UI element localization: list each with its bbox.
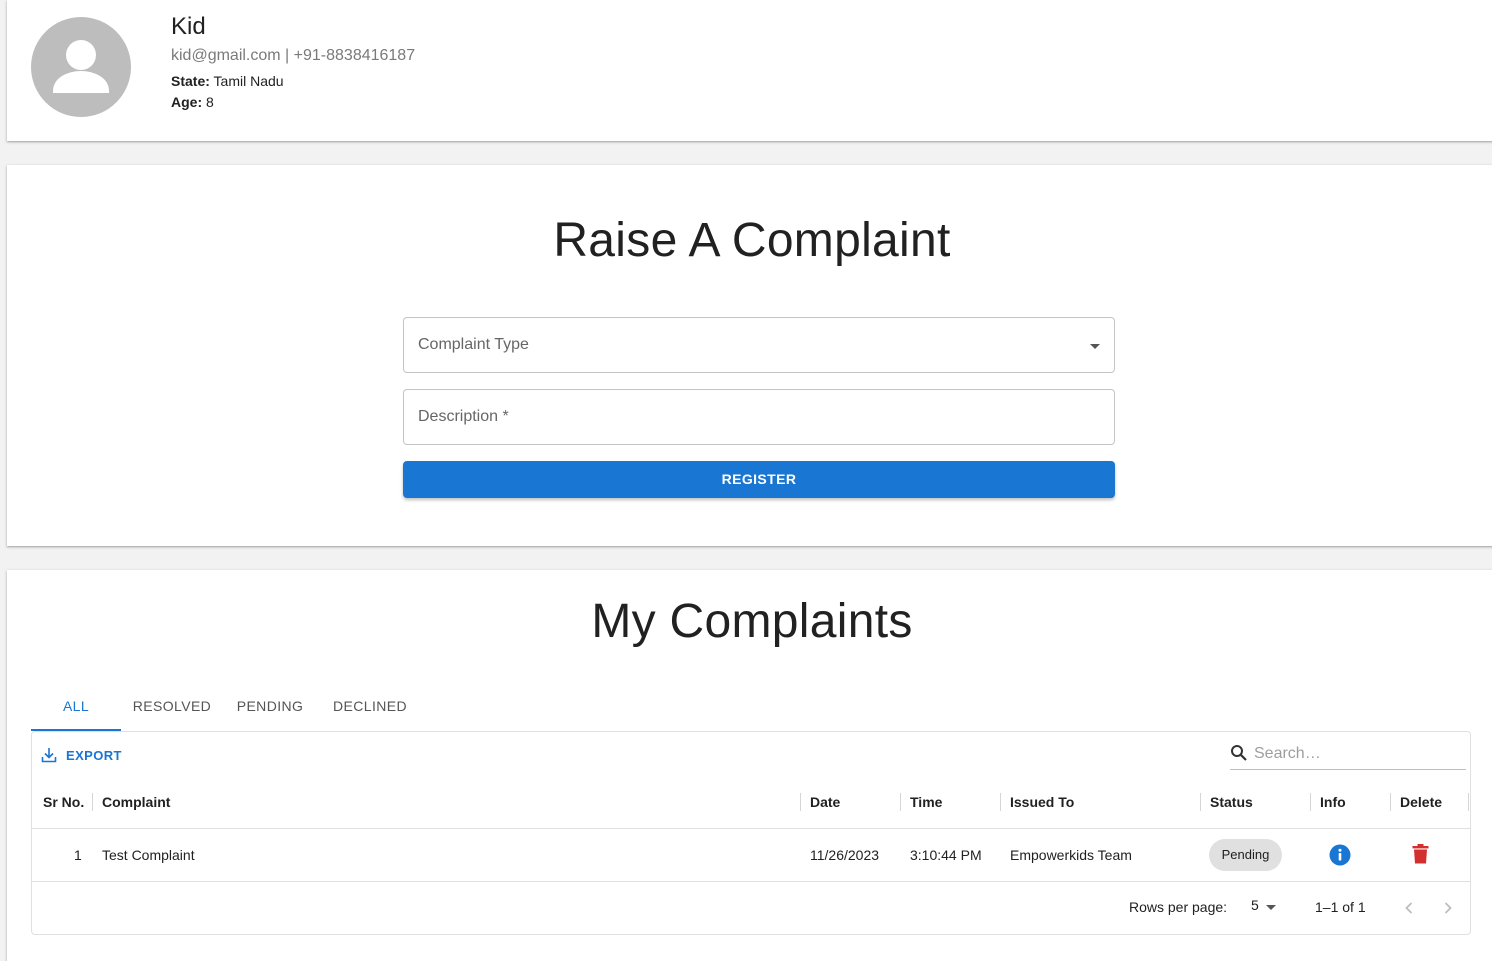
person-icon [53, 40, 109, 93]
profile-contact: kid@gmail.com | +91-8838416187 [171, 47, 416, 64]
avatar [31, 17, 131, 117]
rows-per-page-label: Rows per page: [1129, 899, 1228, 915]
column-separator[interactable] [1468, 793, 1469, 811]
export-label: EXPORT [66, 747, 122, 763]
complaints-title: My Complaints [591, 595, 913, 648]
profile-age: Age: 8 [171, 94, 214, 110]
search-box[interactable] [1230, 738, 1466, 770]
description-field[interactable]: Description * [403, 389, 1115, 445]
column-separator[interactable] [1000, 793, 1001, 811]
col-status[interactable]: Status [1210, 776, 1253, 829]
col-time[interactable]: Time [910, 776, 942, 829]
col-issued-to[interactable]: Issued To [1010, 776, 1074, 829]
complaints-table: EXPORT Sr No. Complaint Date Time Issued… [31, 731, 1471, 935]
age-label: Age: [171, 94, 203, 110]
table-header: Sr No. Complaint Date Time Issued To Sta… [32, 776, 1470, 829]
my-complaints-card: My Complaints ALL RESOLVED PENDING DECLI… [7, 570, 1492, 961]
pagination-range: 1–1 of 1 [1315, 899, 1366, 915]
chevron-down-icon[interactable] [1266, 905, 1276, 910]
dropdown-arrow-icon [1090, 344, 1100, 349]
cell-date: 11/26/2023 [810, 847, 880, 863]
description-label: Description * [418, 408, 509, 425]
column-separator[interactable] [1310, 793, 1311, 811]
col-sr-no[interactable]: Sr No. [43, 776, 84, 829]
profile-state: State: Tamil Nadu [171, 73, 284, 89]
raise-title: Raise A Complaint [553, 214, 951, 267]
tab-declined[interactable]: DECLINED [325, 682, 415, 731]
column-separator[interactable] [900, 793, 901, 811]
column-separator[interactable] [800, 793, 801, 811]
col-complaint[interactable]: Complaint [102, 776, 170, 829]
search-icon [1231, 745, 1247, 761]
cell-sr-no: 1 [74, 847, 82, 863]
tab-pending[interactable]: PENDING [227, 682, 313, 731]
column-separator[interactable] [1390, 793, 1391, 811]
rows-per-page-select[interactable]: 5 [1251, 897, 1259, 913]
export-button[interactable]: EXPORT [41, 745, 122, 765]
column-separator[interactable] [1200, 793, 1201, 811]
col-date[interactable]: Date [810, 776, 840, 829]
col-info[interactable]: Info [1320, 776, 1346, 829]
age-value: 8 [206, 94, 214, 110]
cell-issued-to: Empowerkids Team [1010, 847, 1132, 863]
profile-name: Kid [171, 13, 206, 40]
cell-complaint: Test Complaint [102, 847, 195, 863]
tab-all[interactable]: ALL [31, 682, 121, 731]
chevron-right-icon[interactable] [1436, 896, 1460, 920]
table-row[interactable]: 1 Test Complaint 11/26/2023 3:10:44 PM E… [32, 829, 1470, 882]
state-value: Tamil Nadu [213, 73, 284, 89]
profile-card: Kid kid@gmail.com | +91-8838416187 State… [7, 0, 1492, 141]
status-badge: Pending [1209, 839, 1282, 871]
tab-resolved[interactable]: RESOLVED [127, 682, 217, 731]
chevron-left-icon[interactable] [1397, 896, 1421, 920]
column-separator[interactable] [92, 793, 93, 811]
complaint-type-label: Complaint Type [418, 336, 529, 353]
register-button[interactable]: REGISTER [403, 461, 1115, 498]
info-icon[interactable] [1329, 844, 1351, 866]
complaint-type-select[interactable]: Complaint Type [403, 317, 1115, 373]
search-input[interactable] [1254, 742, 1459, 766]
raise-complaint-card: Raise A Complaint Complaint Type Descrip… [7, 165, 1492, 546]
table-footer: Rows per page: 5 1–1 of 1 [32, 882, 1470, 934]
cell-time: 3:10:44 PM [910, 847, 982, 863]
col-delete[interactable]: Delete [1400, 776, 1442, 829]
download-icon [41, 748, 57, 763]
delete-icon[interactable] [1412, 844, 1429, 864]
state-label: State: [171, 73, 210, 89]
